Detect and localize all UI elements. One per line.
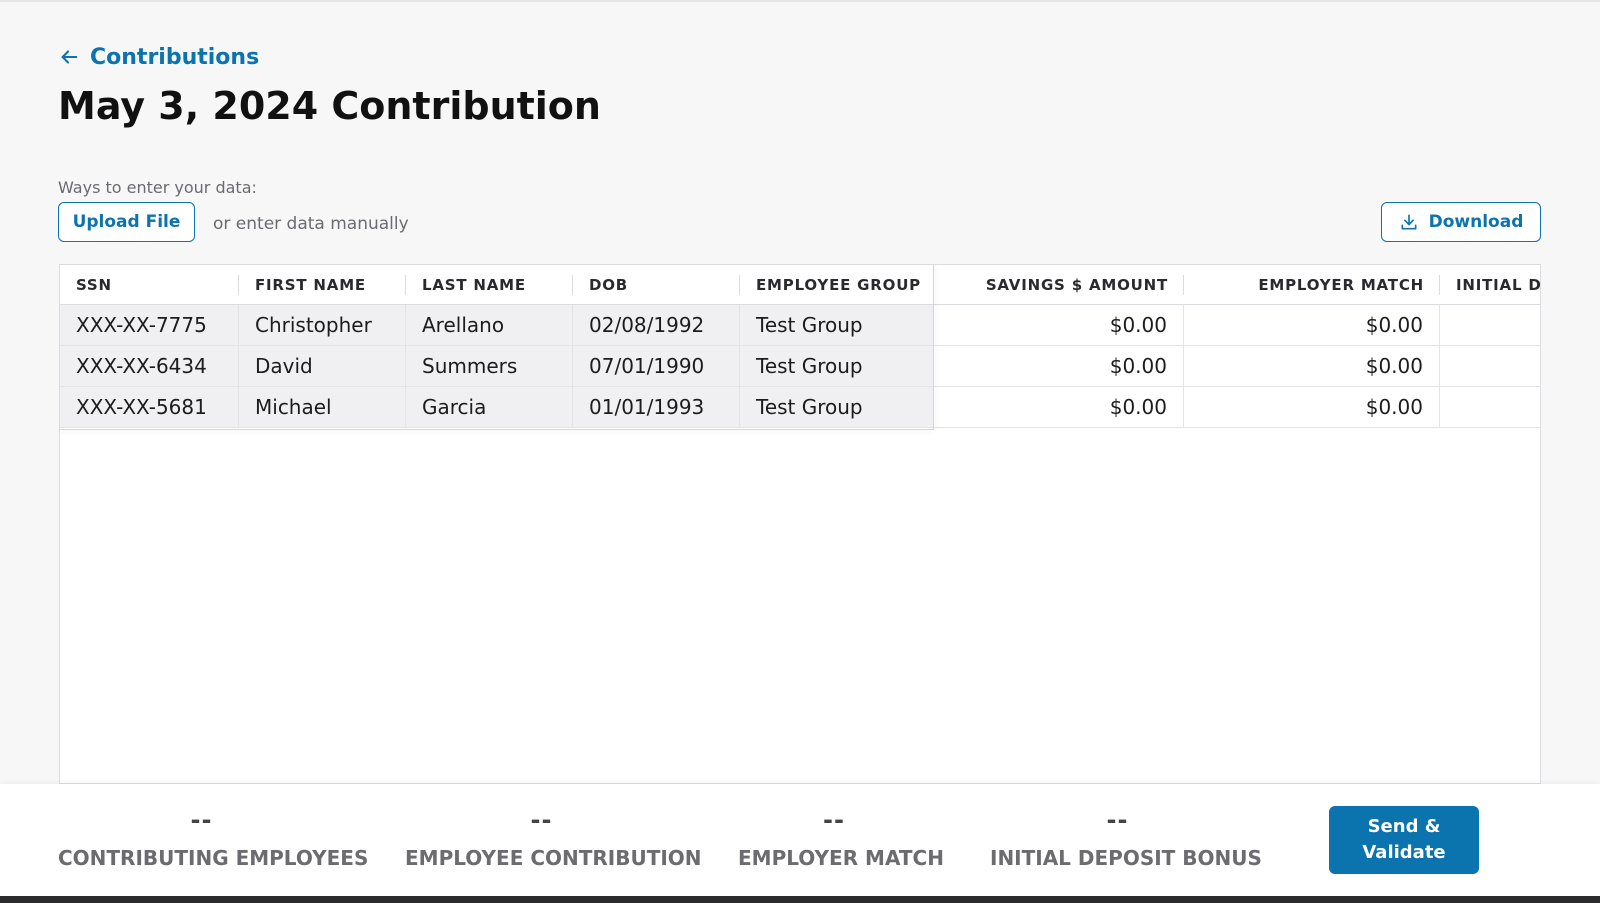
column-header-savings-amount[interactable]: SAVINGS $ AMOUNT xyxy=(934,265,1184,304)
download-icon xyxy=(1401,214,1417,230)
stat-contributing-employees: -- CONTRIBUTING EMPLOYEES xyxy=(58,806,369,870)
page-title: May 3, 2024 Contribution xyxy=(58,84,601,128)
top-border xyxy=(0,0,1600,2)
ssn-cell: XXX-XX-5681 xyxy=(60,387,239,427)
first-name-cell: Christopher xyxy=(239,305,406,345)
initial-deposit-cell[interactable] xyxy=(1440,387,1540,427)
download-label: Download xyxy=(1428,212,1524,232)
download-button[interactable]: Download xyxy=(1381,202,1541,242)
last-name-cell: Garcia xyxy=(406,387,573,427)
savings-amount-cell[interactable]: $0.00 xyxy=(934,305,1184,345)
column-header-employee-group[interactable]: EMPLOYEE GROUP xyxy=(740,265,934,304)
dob-cell: 01/01/1993 xyxy=(573,387,740,427)
ssn-cell: XXX-XX-7775 xyxy=(60,305,239,345)
table-row[interactable]: XXX-XX-7775 Christopher Arellano 02/08/1… xyxy=(60,305,1540,346)
frozen-rows-divider xyxy=(60,429,934,430)
stat-label: EMPLOYER MATCH xyxy=(738,846,944,870)
table-row[interactable]: XXX-XX-5681 Michael Garcia 01/01/1993 Te… xyxy=(60,387,1540,428)
back-to-contributions-link[interactable]: Contributions xyxy=(58,42,259,72)
employee-group-cell: Test Group xyxy=(740,387,934,427)
initial-deposit-cell[interactable] xyxy=(1440,346,1540,386)
stat-value: -- xyxy=(1106,806,1129,834)
stat-value: -- xyxy=(530,806,553,834)
employee-group-cell: Test Group xyxy=(740,346,934,386)
last-name-cell: Summers xyxy=(406,346,573,386)
summary-footer: -- CONTRIBUTING EMPLOYEES -- EMPLOYEE CO… xyxy=(0,784,1600,896)
employer-match-cell[interactable]: $0.00 xyxy=(1184,387,1440,427)
stat-initial-deposit-bonus: -- INITIAL DEPOSIT BONUS xyxy=(990,806,1262,870)
arrow-left-icon xyxy=(61,50,78,64)
employee-group-cell: Test Group xyxy=(740,305,934,345)
send-button-line-2: Validate xyxy=(1362,842,1446,863)
stat-value: -- xyxy=(823,806,845,834)
first-name-cell: David xyxy=(239,346,406,386)
stat-label: INITIAL DEPOSIT BONUS xyxy=(990,846,1262,870)
table-row[interactable]: XXX-XX-6434 David Summers 07/01/1990 Tes… xyxy=(60,346,1540,387)
stat-employer-match: -- EMPLOYER MATCH xyxy=(738,806,944,870)
last-name-cell: Arellano xyxy=(406,305,573,345)
upload-file-button[interactable]: Upload File xyxy=(58,202,195,242)
column-header-ssn[interactable]: SSN xyxy=(60,265,239,304)
employer-match-cell[interactable]: $0.00 xyxy=(1184,346,1440,386)
column-header-dob[interactable]: DOB xyxy=(573,265,740,304)
contribution-data-grid[interactable]: SSN FIRST NAME LAST NAME DOB EMPLOYEE GR… xyxy=(59,264,1541,784)
manual-entry-text: or enter data manually xyxy=(213,214,409,234)
table-header-row: SSN FIRST NAME LAST NAME DOB EMPLOYEE GR… xyxy=(60,265,1540,305)
stat-employee-contribution: -- EMPLOYEE CONTRIBUTION xyxy=(405,806,702,870)
bottom-edge xyxy=(0,896,1600,903)
column-header-initial-deposit[interactable]: INITIAL D xyxy=(1440,265,1540,304)
stat-label: EMPLOYEE CONTRIBUTION xyxy=(405,846,702,870)
ways-to-enter-label: Ways to enter your data: xyxy=(58,178,257,197)
dob-cell: 02/08/1992 xyxy=(573,305,740,345)
upload-file-label: Upload File xyxy=(72,212,181,232)
stat-value: -- xyxy=(190,806,213,834)
send-button-line-1: Send & xyxy=(1367,816,1441,837)
ssn-cell: XXX-XX-6434 xyxy=(60,346,239,386)
column-header-last-name[interactable]: LAST NAME xyxy=(406,265,573,304)
first-name-cell: Michael xyxy=(239,387,406,427)
savings-amount-cell[interactable]: $0.00 xyxy=(934,346,1184,386)
column-header-employer-match[interactable]: EMPLOYER MATCH xyxy=(1184,265,1440,304)
savings-amount-cell[interactable]: $0.00 xyxy=(934,387,1184,427)
frozen-columns-divider xyxy=(933,265,934,429)
back-link-label: Contributions xyxy=(90,44,260,70)
employer-match-cell[interactable]: $0.00 xyxy=(1184,305,1440,345)
column-header-first-name[interactable]: FIRST NAME xyxy=(239,265,406,304)
send-and-validate-button[interactable]: Send & Validate xyxy=(1329,806,1479,874)
stat-label: CONTRIBUTING EMPLOYEES xyxy=(58,846,369,870)
initial-deposit-cell[interactable] xyxy=(1440,305,1540,345)
dob-cell: 07/01/1990 xyxy=(573,346,740,386)
